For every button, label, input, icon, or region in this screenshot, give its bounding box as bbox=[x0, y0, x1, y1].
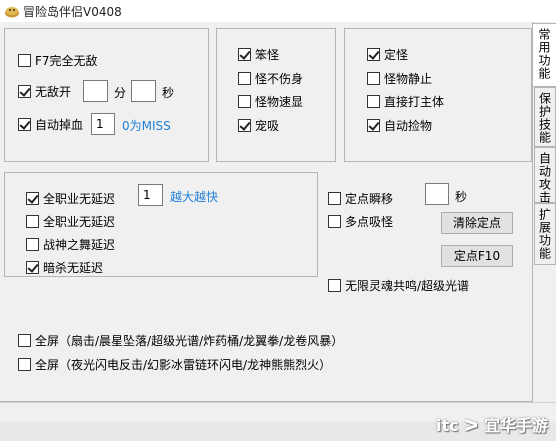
teleport-seconds-unit: 秒 bbox=[455, 190, 468, 204]
assassin-no-delay-checkbox[interactable]: 暗杀无延迟 bbox=[26, 259, 103, 275]
minutes-unit-label: 分 bbox=[114, 86, 127, 100]
mob-speed-checkbox[interactable]: 怪物速显 bbox=[238, 93, 303, 109]
checkbox-label: 定怪 bbox=[384, 47, 409, 62]
window-title: 冒险岛伴侣V0408 bbox=[23, 5, 122, 19]
all-class-no-delay-checkbox[interactable]: 全职业无延迟 bbox=[26, 190, 115, 206]
checkbox-box[interactable] bbox=[367, 118, 380, 132]
checkbox-box[interactable] bbox=[18, 53, 31, 67]
checkbox-box[interactable] bbox=[26, 214, 39, 228]
checkbox-box[interactable] bbox=[367, 94, 380, 108]
tab-label: 常用功能 bbox=[537, 28, 551, 80]
miss-hint-label: 0为MISS bbox=[122, 119, 171, 133]
checkbox-label: 全屏（扇击/晨星坠落/超级光谱/炸药桶/龙翼拳/龙卷风暴） bbox=[35, 333, 344, 348]
tab-auto-attack[interactable]: 自动攻击 bbox=[534, 147, 556, 204]
mob-still-checkbox[interactable]: 怪物静止 bbox=[367, 70, 432, 86]
checkbox-label: 怪物静止 bbox=[384, 71, 433, 86]
checkbox-label: 怪不伤身 bbox=[255, 71, 304, 86]
clear-point-button[interactable]: 清除定点 bbox=[441, 212, 513, 234]
mob-no-damage-checkbox[interactable]: 怪不伤身 bbox=[238, 70, 303, 86]
checkbox-label: 战神之舞延迟 bbox=[43, 237, 116, 252]
fullscreen-skills-1-checkbox[interactable]: 全屏（扇击/晨星坠落/超级光谱/炸药桶/龙翼拳/龙卷风暴） bbox=[18, 332, 343, 348]
teleport-seconds-input[interactable] bbox=[425, 183, 449, 205]
speed-hint-label: 越大越快 bbox=[170, 190, 219, 204]
app-icon bbox=[5, 7, 19, 18]
tab-label: 扩展功能 bbox=[537, 208, 552, 260]
tab-extended-functions[interactable]: 扩展功能 bbox=[534, 203, 556, 265]
invincible-on-checkbox[interactable]: 无敌开 bbox=[18, 83, 71, 99]
stupid-mob-checkbox[interactable]: 笨怪 bbox=[238, 46, 279, 62]
checkbox-box[interactable] bbox=[18, 84, 31, 98]
checkbox-label: 全职业无延迟 bbox=[43, 214, 116, 229]
seconds-unit-label: 秒 bbox=[162, 86, 175, 100]
checkbox-label: 自动捡物 bbox=[384, 118, 433, 133]
checkbox-label: 全屏（夜光闪电反击/幻影冰雷链环闪电/龙神熊熊烈火） bbox=[35, 357, 332, 372]
checkbox-box[interactable] bbox=[18, 333, 31, 347]
f7-invincible-checkbox[interactable]: F7完全无敌 bbox=[18, 52, 98, 68]
war-god-dance-checkbox[interactable]: 战神之舞延迟 bbox=[26, 236, 115, 252]
checkbox-label: 无敌开 bbox=[35, 84, 72, 99]
checkbox-box[interactable] bbox=[238, 47, 251, 61]
all-class-no-delay-2-checkbox[interactable]: 全职业无延迟 bbox=[26, 213, 115, 229]
infinite-resonance-checkbox[interactable]: 无限灵魂共鸣/超级光谱 bbox=[328, 277, 469, 293]
checkbox-label: 笨怪 bbox=[255, 47, 280, 62]
tab-common-functions[interactable]: 常用功能 bbox=[532, 23, 556, 87]
invincible-minutes-input[interactable] bbox=[83, 80, 108, 102]
checkbox-label: 定点瞬移 bbox=[345, 191, 394, 206]
checkbox-box[interactable] bbox=[18, 117, 31, 131]
auto-drop-hp-checkbox[interactable]: 自动掉血 bbox=[18, 116, 83, 132]
checkbox-box[interactable] bbox=[26, 191, 39, 205]
checkbox-label: F7完全无敌 bbox=[35, 53, 98, 68]
checkbox-label: 暗杀无延迟 bbox=[43, 260, 104, 275]
checkbox-label: 怪物速显 bbox=[255, 94, 304, 109]
checkbox-box[interactable] bbox=[18, 357, 31, 371]
hit-boss-checkbox[interactable]: 直接打主体 bbox=[367, 93, 444, 109]
watermark: itc ᐳ 宜华手游 bbox=[436, 416, 548, 435]
checkbox-label: 宠吸 bbox=[255, 118, 280, 133]
pet-vacuum-checkbox[interactable]: 宠吸 bbox=[238, 117, 279, 133]
checkbox-box[interactable] bbox=[26, 260, 39, 274]
tab-protection-skills[interactable]: 保护技能 bbox=[534, 87, 556, 147]
checkbox-box[interactable] bbox=[367, 71, 380, 85]
checkbox-box[interactable] bbox=[367, 47, 380, 61]
auto-drop-hp-input[interactable]: 1 bbox=[91, 113, 115, 135]
checkbox-box[interactable] bbox=[328, 191, 341, 205]
checkbox-label: 自动掉血 bbox=[35, 117, 84, 132]
tab-label: 自动攻击 bbox=[537, 152, 552, 204]
checkbox-box[interactable] bbox=[328, 278, 341, 292]
set-point-f10-button[interactable]: 定点F10 bbox=[441, 245, 513, 267]
checkbox-box[interactable] bbox=[238, 71, 251, 85]
fixed-teleport-checkbox[interactable]: 定点瞬移 bbox=[328, 190, 393, 206]
tab-label: 保护技能 bbox=[537, 92, 552, 144]
checkbox-box[interactable] bbox=[238, 94, 251, 108]
fullscreen-skills-2-checkbox[interactable]: 全屏（夜光闪电反击/幻影冰雷链环闪电/龙神熊熊烈火） bbox=[18, 356, 331, 372]
checkbox-label: 无限灵魂共鸣/超级光谱 bbox=[345, 278, 470, 293]
title-bar: 冒险岛伴侣V0408 bbox=[0, 0, 556, 22]
invincible-seconds-input[interactable] bbox=[131, 80, 156, 102]
speed-input[interactable]: 1 bbox=[138, 184, 163, 206]
freeze-mob-checkbox[interactable]: 定怪 bbox=[367, 46, 408, 62]
checkbox-label: 多点吸怪 bbox=[345, 214, 394, 229]
checkbox-box[interactable] bbox=[26, 237, 39, 251]
checkbox-label: 全职业无延迟 bbox=[43, 191, 116, 206]
checkbox-box[interactable] bbox=[238, 118, 251, 132]
multi-point-vacuum-checkbox[interactable]: 多点吸怪 bbox=[328, 213, 393, 229]
auto-loot-checkbox[interactable]: 自动捡物 bbox=[367, 117, 432, 133]
checkbox-box[interactable] bbox=[328, 214, 341, 228]
checkbox-label: 直接打主体 bbox=[384, 94, 445, 109]
